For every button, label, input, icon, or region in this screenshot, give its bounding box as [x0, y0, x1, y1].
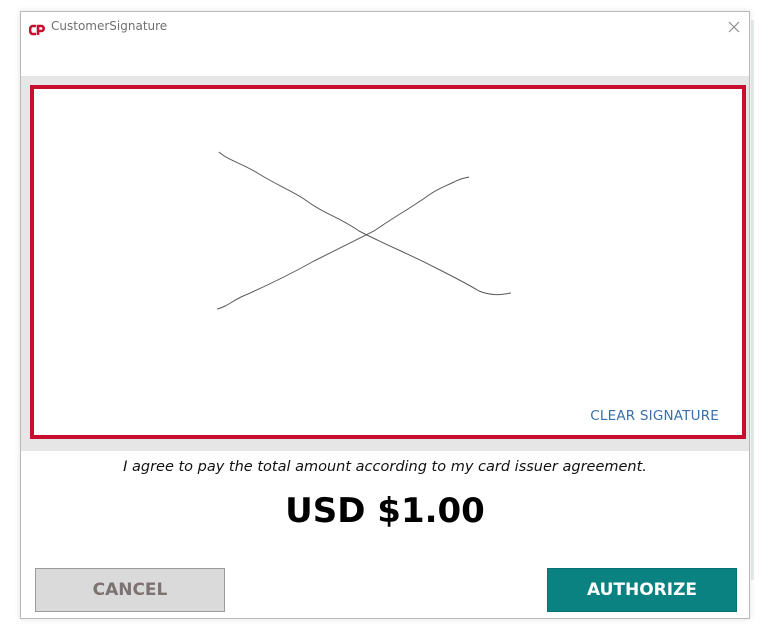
signature-stroke-2: [216, 176, 470, 310]
amount-total: USD $1.00: [285, 491, 485, 531]
authorize-button[interactable]: AUTHORIZE: [547, 568, 737, 612]
agreement-text: I agree to pay the total amount accordin…: [123, 459, 647, 475]
cancel-button[interactable]: CANCEL: [35, 568, 225, 612]
clear-signature-link[interactable]: CLEAR SIGNATURE: [590, 408, 719, 424]
signature-pad[interactable]: CLEAR SIGNATURE: [30, 85, 746, 439]
signature-stroke-1: [218, 151, 512, 296]
cardpointe-logo-icon: [28, 21, 45, 36]
signature-strokes: [216, 151, 512, 310]
signature-area: CLEAR SIGNATURE: [21, 76, 749, 451]
close-icon: [728, 18, 740, 37]
close-button[interactable]: [719, 12, 749, 42]
customer-signature-dialog: CustomerSignature CLEAR SIGNATURE I agre…: [20, 11, 750, 619]
title-bar: CustomerSignature: [21, 12, 749, 42]
background-window-edge: [751, 20, 754, 580]
window-title: CustomerSignature: [51, 19, 168, 33]
